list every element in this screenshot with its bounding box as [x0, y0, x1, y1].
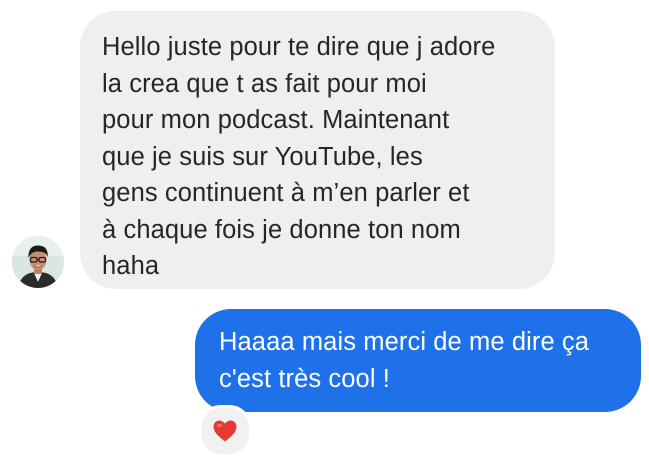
profile-photo-icon — [12, 236, 64, 288]
sender-avatar[interactable] — [12, 236, 64, 288]
incoming-message-bubble[interactable]: Hello juste pour te dire que j adore la … — [80, 11, 555, 289]
message-reaction[interactable] — [198, 405, 252, 457]
red-heart-icon — [213, 420, 237, 442]
outgoing-message-bubble[interactable]: Haaaa mais merci de me dire ça c'est trè… — [195, 309, 641, 412]
message-thread: Hello juste pour te dire que j adore la … — [0, 0, 649, 457]
